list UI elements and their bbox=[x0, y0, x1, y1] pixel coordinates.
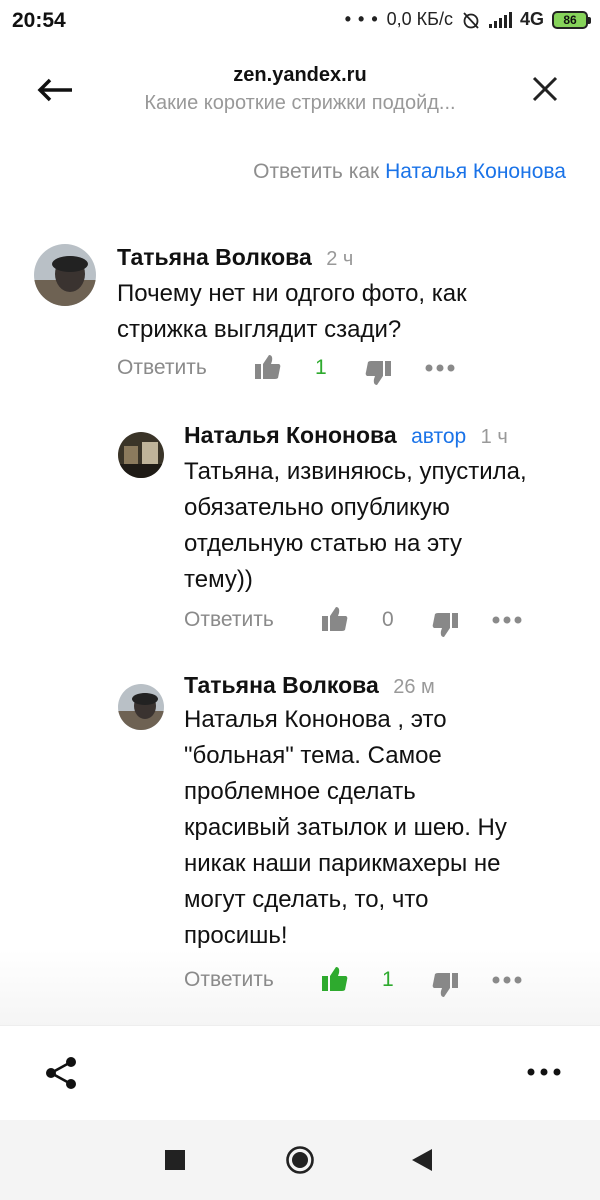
thumbs-down-icon[interactable] bbox=[430, 610, 460, 640]
comment-text-line: просишь! bbox=[184, 922, 288, 949]
reply-as-name-link[interactable]: Наталья Кононова bbox=[385, 160, 566, 183]
avatar-image bbox=[118, 432, 164, 478]
avatar[interactable] bbox=[118, 684, 164, 730]
comment-header: Татьяна Волкова 2 ч bbox=[117, 244, 353, 271]
comment-text-line: могут сделать, то, что bbox=[184, 886, 429, 913]
comment: Татьяна Волкова 2 ч Почему нет ни одгого… bbox=[0, 230, 600, 390]
comment-text-line: отдельную статью на эту bbox=[184, 530, 462, 557]
avatar[interactable] bbox=[118, 432, 164, 478]
reply-button[interactable]: Ответить bbox=[184, 608, 274, 632]
like-count: 1 bbox=[315, 356, 327, 379]
comment-text-line: красивый затылок и шею. Ну bbox=[184, 814, 507, 841]
status-time: 20:54 bbox=[12, 9, 66, 32]
reply-as-prefix: Ответить как bbox=[253, 160, 380, 183]
recents-square-icon[interactable] bbox=[165, 1150, 185, 1170]
reply-button[interactable]: Ответить bbox=[184, 968, 274, 992]
comment-text: Наталья Кононова , это "больная" тема. С… bbox=[184, 702, 584, 954]
comment-actions: Ответить 0 bbox=[184, 604, 544, 640]
comment-time: 1 ч bbox=[480, 426, 508, 448]
comment-reply: Наталья Кононова автор 1 ч Татьяна, изви… bbox=[0, 410, 600, 650]
browser-header: zen.yandex.ru Какие короткие стрижки под… bbox=[0, 44, 600, 134]
avatar-image bbox=[118, 684, 164, 730]
signal-icon bbox=[488, 11, 512, 28]
thumbs-down-icon[interactable] bbox=[363, 358, 393, 388]
battery-icon: 86 bbox=[552, 10, 591, 29]
reply-button[interactable]: Ответить bbox=[117, 356, 207, 380]
avatar-image bbox=[34, 244, 96, 306]
like-count: 1 bbox=[382, 968, 394, 991]
comment-actions: Ответить 1 bbox=[117, 352, 477, 388]
battery-level: 86 bbox=[563, 12, 577, 27]
bottom-toolbar bbox=[0, 1025, 600, 1120]
more-dots-icon[interactable] bbox=[424, 362, 456, 374]
comment-text-line: "больная" тема. Самое bbox=[184, 742, 442, 769]
author-badge: автор bbox=[411, 425, 467, 448]
home-circle-icon[interactable] bbox=[285, 1145, 315, 1175]
comment-text-line: обязательно опубликую bbox=[184, 494, 450, 521]
comment-text-line: Татьяна, извиняюсь, упустила, bbox=[184, 458, 527, 485]
comment-actions: Ответить 1 bbox=[184, 964, 544, 1000]
comment-author[interactable]: Татьяна Волкова bbox=[117, 244, 312, 270]
network-type: 4G bbox=[519, 9, 544, 29]
comment-author[interactable]: Татьяна Волкова bbox=[184, 672, 379, 698]
close-icon[interactable] bbox=[528, 72, 562, 106]
more-dots-icon[interactable] bbox=[491, 614, 523, 626]
more-menu-icon[interactable] bbox=[526, 1066, 562, 1078]
comment-time: 26 м bbox=[393, 676, 435, 698]
reply-as-line: Ответить как Наталья Кононова bbox=[253, 160, 566, 184]
like-count: 0 bbox=[382, 608, 394, 631]
system-nav-bar bbox=[0, 1120, 600, 1200]
comment-text-line: Наталья Кононова , это bbox=[184, 706, 447, 733]
back-triangle-icon[interactable] bbox=[410, 1147, 434, 1173]
comment-text-line: тему)) bbox=[184, 566, 253, 593]
comment-author[interactable]: Наталья Кононова bbox=[184, 422, 397, 448]
comment-time: 2 ч bbox=[326, 248, 354, 270]
comment-text-line: никак наши парикмахеры не bbox=[184, 850, 501, 877]
more-dots-icon[interactable] bbox=[491, 974, 523, 986]
avatar[interactable] bbox=[34, 244, 96, 306]
comment-text-line: стрижка выглядит сзади? bbox=[117, 316, 402, 343]
comment-text: Почему нет ни одгого фото, как стрижка в… bbox=[117, 276, 557, 348]
notification-dots: • • • bbox=[344, 9, 379, 29]
network-speed: 0,0 КБ/с bbox=[386, 9, 453, 29]
page-subtitle: Какие короткие стрижки подойд... bbox=[144, 92, 456, 114]
comment-header: Татьяна Волкова 26 м bbox=[184, 672, 435, 699]
thumbs-up-icon[interactable] bbox=[320, 604, 350, 634]
status-bar: 20:54 • • • 0,0 КБ/с 4G 86 bbox=[0, 0, 600, 44]
share-icon[interactable] bbox=[44, 1056, 78, 1090]
comment-text-line: проблемное сделать bbox=[184, 778, 416, 805]
thumbs-up-icon[interactable] bbox=[320, 964, 350, 994]
comment-text: Татьяна, извиняюсь, упустила, обязательн… bbox=[184, 454, 584, 598]
comment-reply: Татьяна Волкова 26 м Наталья Кононова , … bbox=[0, 670, 600, 1010]
comment-header: Наталья Кононова автор 1 ч bbox=[184, 422, 508, 449]
status-indicators: • • • 0,0 КБ/с 4G 86 bbox=[344, 9, 591, 30]
comment-text-line: Почему нет ни одгого фото, как bbox=[117, 280, 467, 307]
page-domain: zen.yandex.ru bbox=[233, 64, 367, 86]
thumbs-up-icon[interactable] bbox=[253, 352, 283, 382]
thumbs-down-icon[interactable] bbox=[430, 970, 460, 1000]
alarm-off-icon bbox=[463, 11, 479, 29]
